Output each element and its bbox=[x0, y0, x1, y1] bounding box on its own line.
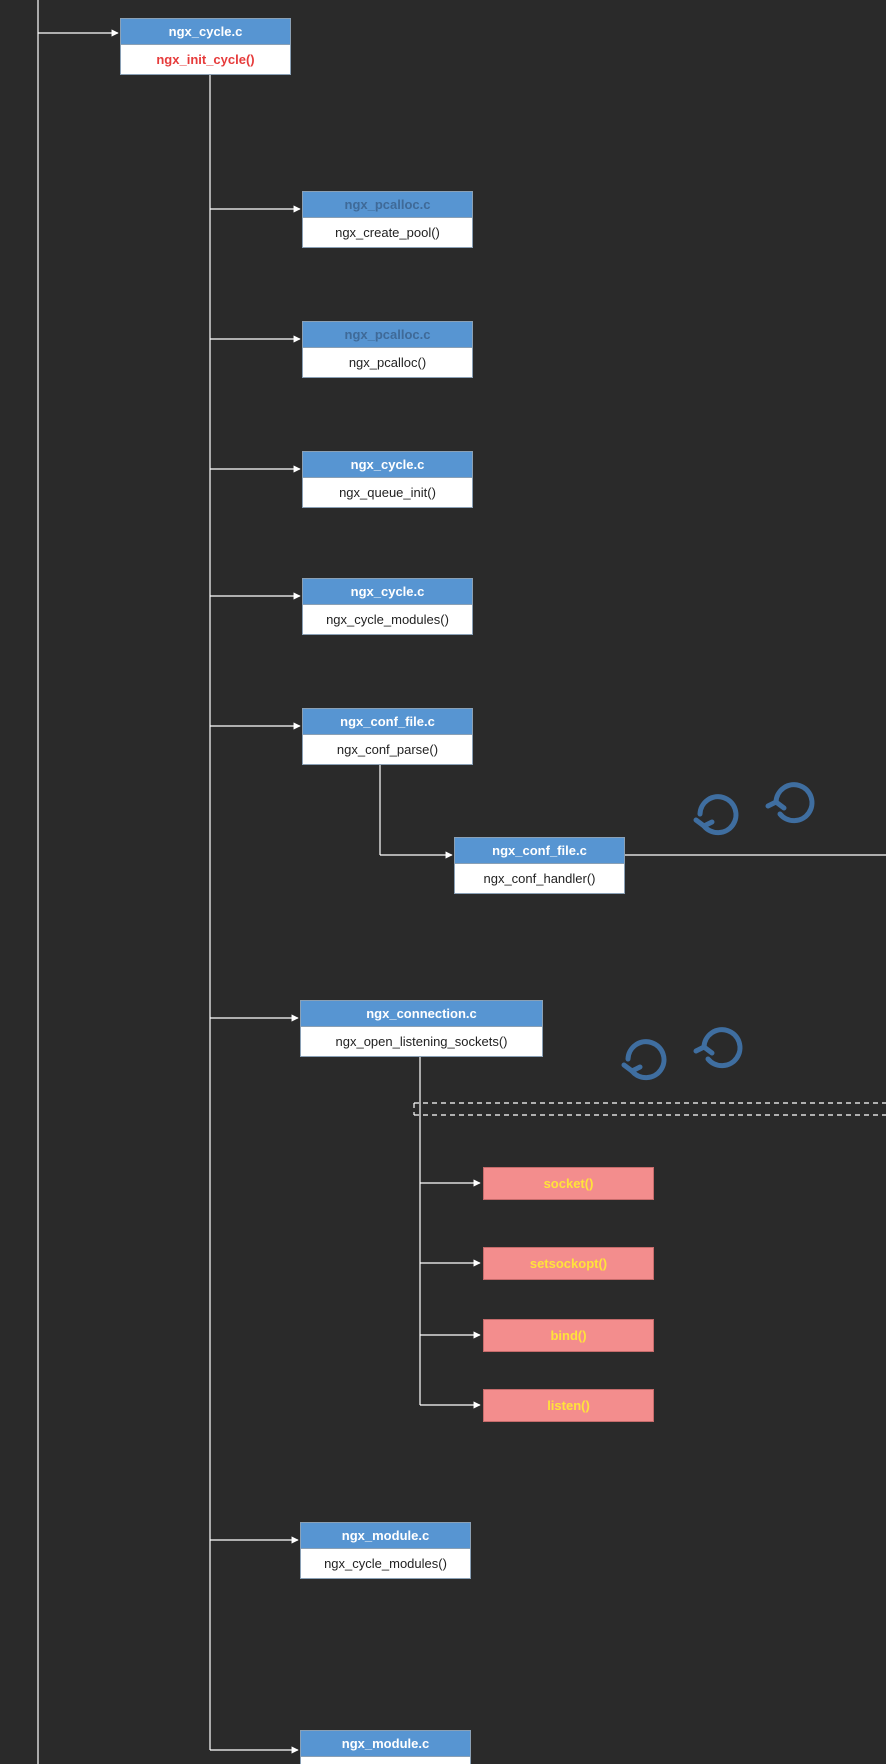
node-ngx-conf-parse: ngx_conf_file.c ngx_conf_parse() bbox=[302, 708, 473, 765]
node-ngx-init-cycle: ngx_cycle.c ngx_init_cycle() bbox=[120, 18, 291, 75]
node-header: ngx_pcalloc.c bbox=[303, 192, 472, 218]
node-header: ngx_cycle.c bbox=[303, 579, 472, 605]
node-body: ngx_init_cycle() bbox=[121, 45, 290, 74]
node-ngx-pcalloc: ngx_pcalloc.c ngx_pcalloc() bbox=[302, 321, 473, 378]
node-body: ngx_create_pool() bbox=[303, 218, 472, 247]
leaf-socket: socket() bbox=[483, 1167, 654, 1200]
node-header: ngx_cycle.c bbox=[303, 452, 472, 478]
node-ngx-cycle-modules-2: ngx_module.c ngx_cycle_modules() bbox=[300, 1522, 471, 1579]
node-header: ngx_connection.c bbox=[301, 1001, 542, 1027]
node-ngx-init-modules: ngx_module.c ngx_init_modules() bbox=[300, 1730, 471, 1764]
cycle-icon bbox=[624, 1030, 740, 1078]
leaf-setsockopt: setsockopt() bbox=[483, 1247, 654, 1280]
node-body: ngx_open_listening_sockets() bbox=[301, 1027, 542, 1056]
node-body: ngx_queue_init() bbox=[303, 478, 472, 507]
node-ngx-open-listening-sockets: ngx_connection.c ngx_open_listening_sock… bbox=[300, 1000, 543, 1057]
node-header: ngx_conf_file.c bbox=[303, 709, 472, 735]
node-body: ngx_cycle_modules() bbox=[303, 605, 472, 634]
node-ngx-conf-handler: ngx_conf_file.c ngx_conf_handler() bbox=[454, 837, 625, 894]
node-header: ngx_conf_file.c bbox=[455, 838, 624, 864]
node-ngx-create-pool: ngx_pcalloc.c ngx_create_pool() bbox=[302, 191, 473, 248]
node-header: ngx_module.c bbox=[301, 1731, 470, 1757]
node-ngx-cycle-modules-1: ngx_cycle.c ngx_cycle_modules() bbox=[302, 578, 473, 635]
node-header: ngx_module.c bbox=[301, 1523, 470, 1549]
node-body: ngx_conf_handler() bbox=[455, 864, 624, 893]
node-header: ngx_pcalloc.c bbox=[303, 322, 472, 348]
node-body: ngx_init_modules() bbox=[301, 1757, 470, 1764]
leaf-bind: bind() bbox=[483, 1319, 654, 1352]
leaf-listen: listen() bbox=[483, 1389, 654, 1422]
node-body: ngx_cycle_modules() bbox=[301, 1549, 470, 1578]
node-body: ngx_conf_parse() bbox=[303, 735, 472, 764]
cycle-icon bbox=[696, 785, 812, 833]
node-header: ngx_cycle.c bbox=[121, 19, 290, 45]
node-body: ngx_pcalloc() bbox=[303, 348, 472, 377]
node-ngx-queue-init: ngx_cycle.c ngx_queue_init() bbox=[302, 451, 473, 508]
